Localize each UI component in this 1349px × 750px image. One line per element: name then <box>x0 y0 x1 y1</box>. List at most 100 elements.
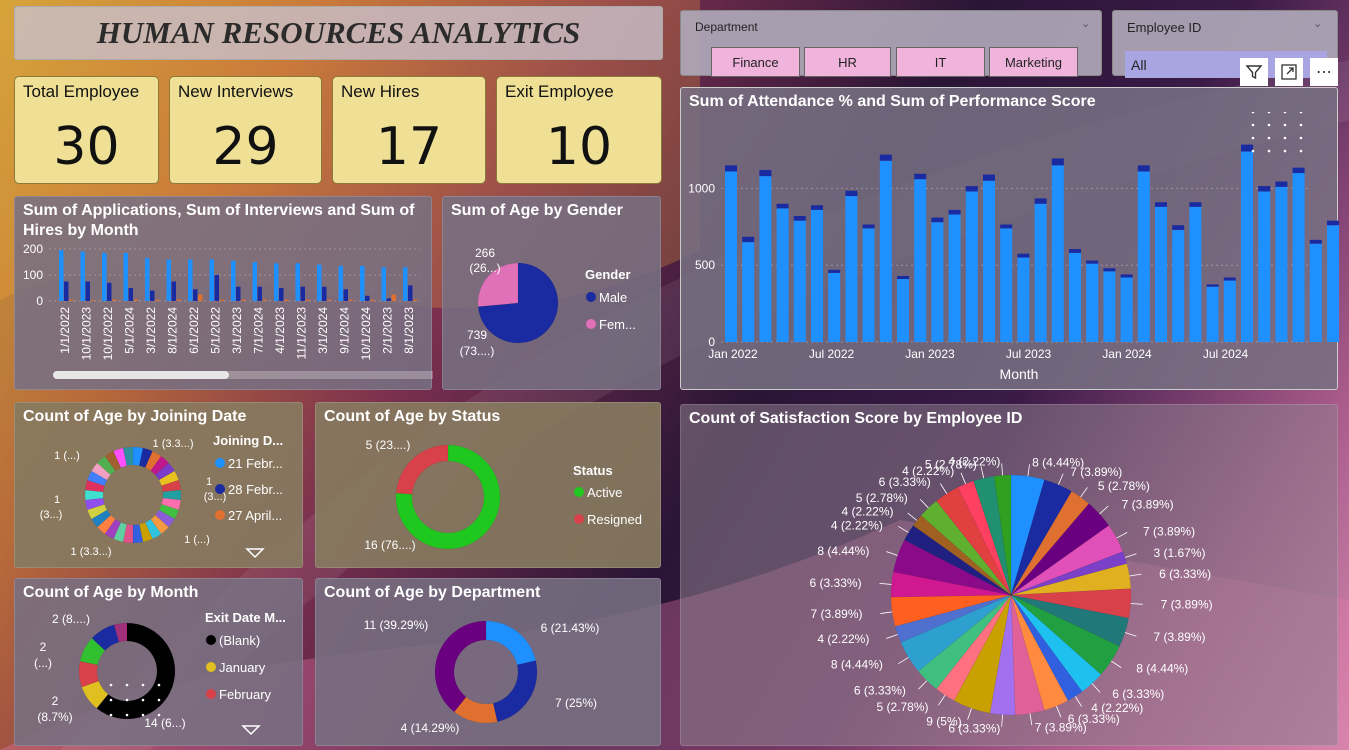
bar-segment <box>776 203 789 209</box>
age-gender-panel: Sum of Age by Gender 266 (26...) 739 (73...… <box>442 196 661 390</box>
dot-decoration <box>1299 112 1303 114</box>
bar <box>171 281 176 301</box>
bar-segment <box>1155 202 1167 207</box>
dot-decoration <box>1251 136 1255 140</box>
leader-line <box>1080 487 1088 498</box>
filter-icon[interactable] <box>1240 58 1268 86</box>
bar <box>155 299 160 301</box>
dot-decoration <box>1267 112 1271 114</box>
legend-label: Active <box>587 485 622 500</box>
attendance-chart-panel: Sum of Attendance % and Sum of Performan… <box>680 87 1339 390</box>
data-label: 5 (2.78%) <box>1098 479 1150 493</box>
legend-marker <box>586 319 596 329</box>
leader-line <box>879 582 892 585</box>
leader-line <box>967 708 972 720</box>
bar <box>338 265 343 301</box>
bar <box>386 298 391 301</box>
leader-line <box>898 525 909 533</box>
chevron-down-icon[interactable]: ⌄ <box>1313 17 1322 30</box>
kpi-value: 10 <box>545 117 613 177</box>
bar <box>862 228 875 342</box>
legend-label: 21 Febr... <box>228 456 283 471</box>
bar <box>322 286 327 301</box>
bar <box>214 275 219 301</box>
leader-line <box>1124 632 1137 637</box>
leader-line <box>1129 573 1142 577</box>
kpi-label: New Interviews <box>178 82 294 101</box>
bar-segment <box>1034 198 1047 204</box>
data-label: 4 (2.22%) <box>841 505 893 519</box>
data-label: 7 (3.89%) <box>810 607 862 621</box>
bar <box>107 282 112 301</box>
dot-decoration <box>141 683 145 687</box>
data-label: (26...) <box>469 261 500 275</box>
data-label: 1 (...) <box>54 450 80 462</box>
department-slicer[interactable]: Department ⌄ Finance HR IT Marketing <box>680 10 1102 77</box>
bar-segment <box>759 169 772 177</box>
bar <box>300 286 305 301</box>
slicer-option-finance[interactable]: Finance <box>711 47 800 77</box>
leader-line <box>886 634 898 639</box>
leader-line <box>880 611 893 614</box>
scrollbar-thumb <box>53 371 229 379</box>
data-label: 9 (5%) <box>926 715 961 729</box>
bar <box>1120 277 1133 342</box>
age-gender-chart: 266(26...) 739 (73....) Gender Male Fem... <box>460 246 636 358</box>
dot-decoration <box>1251 149 1255 153</box>
x-tick-label: Jan 2023 <box>905 347 955 361</box>
dot-decoration <box>1283 136 1287 140</box>
bar <box>413 299 418 301</box>
bar <box>1086 263 1099 342</box>
slicer-option-it[interactable]: IT <box>896 47 985 77</box>
bar-segment <box>1206 284 1219 287</box>
data-label: 6 (3.33%) <box>1159 567 1211 581</box>
slicer-option-marketing[interactable]: Marketing <box>989 47 1078 77</box>
bar <box>1034 203 1047 342</box>
legend-title: Status <box>573 463 613 478</box>
bar-segment <box>1120 274 1133 278</box>
chevron-down-icon[interactable]: ⌄ <box>1081 17 1090 30</box>
bar <box>370 299 375 301</box>
status-panel: Count of Age by Status 16 (76....) 5 (23.… <box>315 402 661 568</box>
bar <box>776 208 789 342</box>
kpi-value: 30 <box>53 117 120 177</box>
bar-segment <box>914 173 927 180</box>
satisfaction-panel: Count of Satisfaction Score by Employee … <box>680 404 1338 746</box>
leader-line <box>940 483 948 494</box>
dot-decoration <box>1299 136 1303 140</box>
leader-line <box>1110 660 1122 668</box>
data-label: 2 (8....) <box>52 612 90 626</box>
chart-title: Sum of Applications, Sum of Interviews a… <box>23 202 415 239</box>
bar <box>1206 286 1219 342</box>
bar <box>965 191 978 342</box>
bar <box>1069 252 1081 342</box>
legend-marker <box>206 662 216 672</box>
scroll-down-icon <box>241 725 261 736</box>
bar <box>343 289 348 301</box>
slicer-option-hr[interactable]: HR <box>804 47 891 77</box>
bar <box>166 259 171 301</box>
leader-line <box>1027 464 1030 477</box>
bar <box>231 260 236 301</box>
data-label: 1 <box>54 494 60 506</box>
page-title: HUMAN RESOURCES ANALYTICS <box>96 15 581 50</box>
bar <box>219 299 224 301</box>
dot-decoration <box>109 683 113 687</box>
x-tick-label: 9/1/2024 <box>338 307 352 354</box>
dot-decoration <box>125 698 129 702</box>
data-label: 11 (39.29%) <box>364 618 428 632</box>
focus-mode-icon[interactable] <box>1275 58 1303 86</box>
bar <box>112 299 117 301</box>
more-options-icon[interactable]: ⋯ <box>1310 58 1338 86</box>
legend-marker <box>574 514 584 524</box>
leader-line <box>1074 696 1082 707</box>
bar-segment <box>793 216 806 221</box>
x-tick-label: 5/1/2022 <box>209 307 223 354</box>
bar <box>725 171 737 342</box>
x-tick-label: Jul 2024 <box>1203 347 1249 361</box>
x-tick-label: 10/1/2024 <box>359 307 373 361</box>
kpi-label: Total Employee <box>23 82 140 101</box>
data-label: (...) <box>34 656 52 670</box>
bar <box>295 263 300 301</box>
bar-segment <box>948 209 961 215</box>
